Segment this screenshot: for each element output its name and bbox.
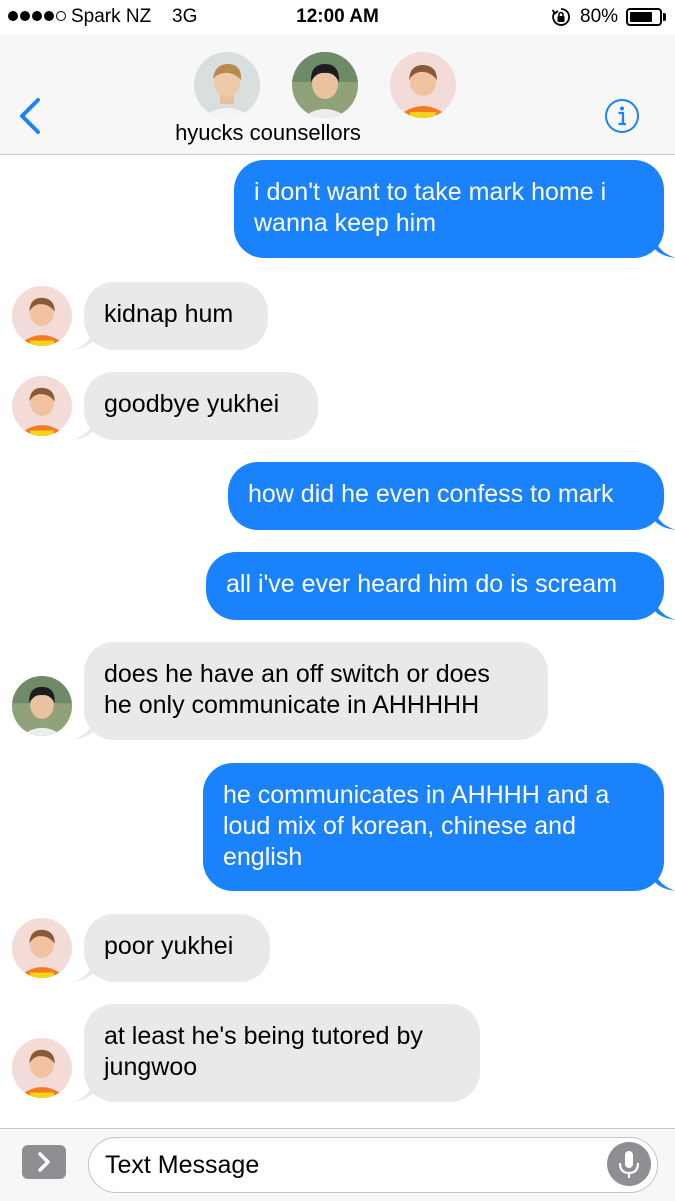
incoming-message[interactable]: at least he's being tutored by jungwoo <box>72 1004 480 1102</box>
sender-avatar[interactable] <box>12 1038 72 1098</box>
message-input[interactable]: Text Message <box>88 1137 658 1193</box>
message-line: i don't want to take mark home i <box>254 178 607 206</box>
outgoing-message[interactable]: all i've ever heard him do is scream <box>206 552 675 620</box>
message-line: he communicates in AHHHH and a <box>223 781 610 809</box>
incoming-message[interactable]: poor yukhei <box>72 914 270 982</box>
message-input-placeholder: Text Message <box>105 1151 260 1179</box>
message-line: all i've ever heard him do is scream <box>226 570 618 598</box>
message-line: loud mix of korean, chinese and <box>223 812 576 840</box>
message-line: poor yukhei <box>104 932 234 960</box>
incoming-message[interactable]: does he have an off switch or does he on… <box>72 642 548 740</box>
status-bar: Spark NZ 3G 12:00 AM 80% <box>0 0 675 34</box>
outgoing-message[interactable]: i don't want to take mark home i wanna k… <box>234 160 675 258</box>
message-line: goodbye yukhei <box>104 390 280 418</box>
microphone-button[interactable] <box>607 1142 651 1186</box>
bubble-tail <box>654 506 675 530</box>
sender-avatar[interactable] <box>12 376 72 436</box>
group-name[interactable]: hyucks counsellors <box>0 120 536 146</box>
message-line: wanna keep him <box>254 209 437 237</box>
conversation-header: hyucks counsellors <box>0 34 675 155</box>
apps-button[interactable] <box>22 1145 66 1179</box>
message-line: does he have an off switch or does <box>104 660 490 688</box>
message-line: jungwoo <box>104 1053 198 1081</box>
bubble-tail <box>654 596 675 620</box>
message-line: english <box>223 843 303 871</box>
bubble-tail <box>654 234 675 258</box>
incoming-message[interactable]: kidnap hum <box>72 282 268 350</box>
battery-level <box>630 12 652 22</box>
outgoing-message[interactable]: how did he even confess to mark <box>228 462 675 530</box>
battery-icon <box>626 8 662 26</box>
bubble-tail <box>72 416 94 440</box>
incoming-message[interactable]: goodbye yukhei <box>72 372 318 440</box>
message-line: kidnap hum <box>104 300 234 328</box>
sender-avatar[interactable] <box>12 286 72 346</box>
bubble-tail <box>72 716 94 740</box>
status-time: 12:00 AM <box>296 6 379 27</box>
member-avatar[interactable] <box>194 52 260 118</box>
rotation-lock-icon <box>551 8 570 26</box>
bubble-tail <box>72 326 94 350</box>
sender-avatar[interactable] <box>12 918 72 978</box>
outgoing-message[interactable]: he communicates in AHHHH and a loud mix … <box>203 763 675 891</box>
bubble-tail <box>72 1078 94 1102</box>
message-line: how did he even confess to mark <box>248 480 614 508</box>
sender-avatar[interactable] <box>12 676 72 736</box>
message-line: he only communicate in AHHHHH <box>104 691 480 719</box>
message-line: at least he's being tutored by <box>104 1022 423 1050</box>
bubble-tail <box>72 958 94 982</box>
microphone-icon <box>618 1151 640 1178</box>
bubble-tail <box>654 867 675 891</box>
info-icon[interactable] <box>604 98 640 134</box>
battery-percentage: 80% <box>580 6 619 27</box>
member-avatar[interactable] <box>292 52 358 118</box>
chevron-right-icon <box>38 1152 50 1172</box>
compose-bar: Text Message <box>0 1128 675 1201</box>
member-avatar[interactable] <box>390 52 456 118</box>
